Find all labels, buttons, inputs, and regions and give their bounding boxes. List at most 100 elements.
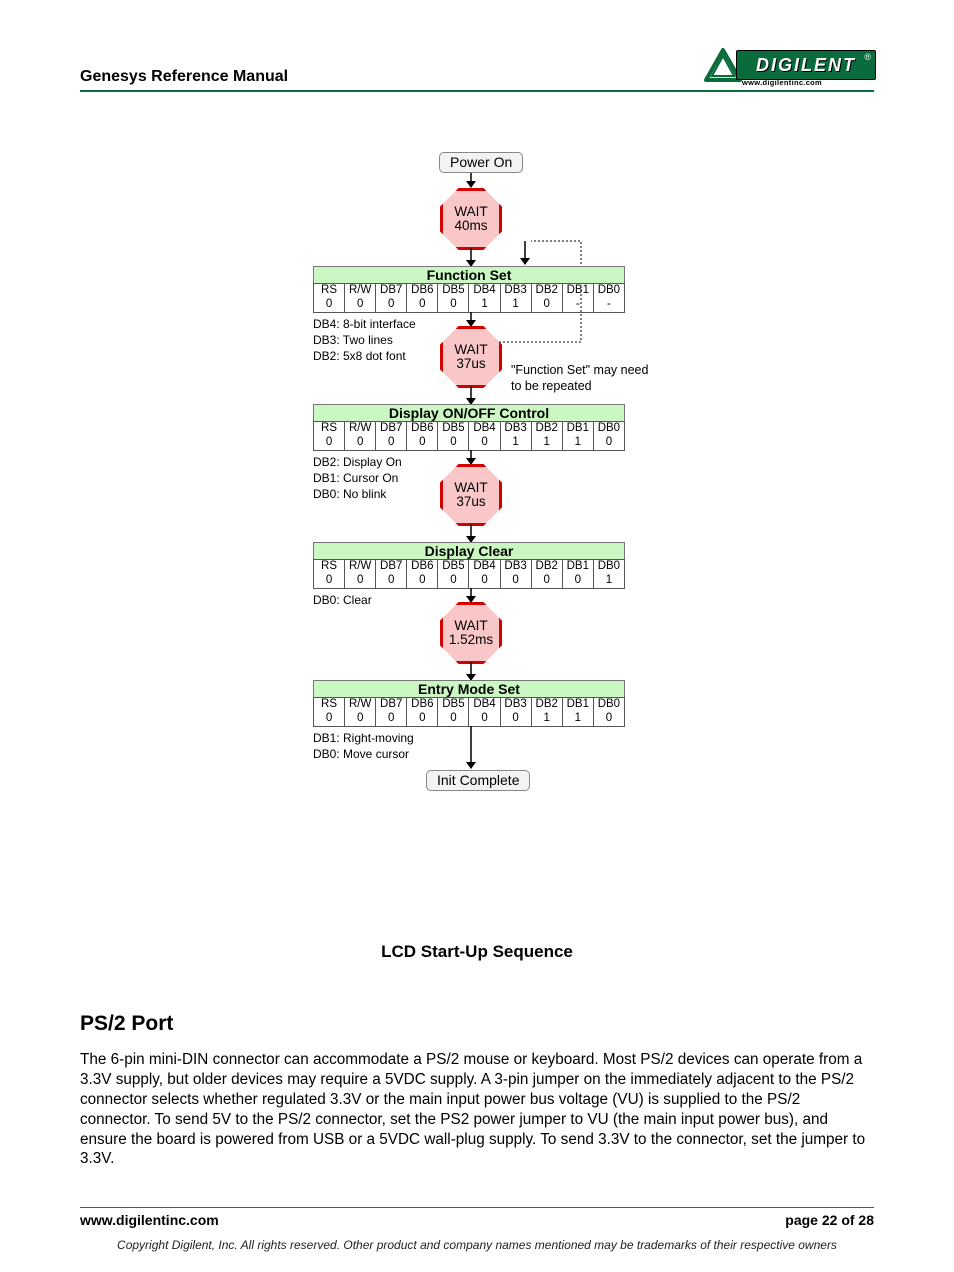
bit-value-cell: 1 bbox=[563, 712, 594, 726]
bit-value-cell: 0 bbox=[376, 298, 407, 312]
bit-value-cell: 0 bbox=[314, 712, 345, 726]
bit-header-cell: RS bbox=[314, 422, 345, 436]
bit-value-cell: 1 bbox=[501, 436, 532, 450]
bit-value-cell: 0 bbox=[345, 298, 376, 312]
registered-icon: ® bbox=[864, 52, 871, 62]
header-rule bbox=[80, 90, 874, 92]
stage-display-clear: Display Clear RSR/WDB7DB6DB5DB4DB3DB2DB1… bbox=[313, 542, 625, 589]
bit-header-cell: RS bbox=[314, 284, 345, 298]
logo-url: www.digilentinc.com bbox=[742, 78, 822, 87]
footer-page: page 22 of 28 bbox=[785, 1212, 874, 1228]
bit-header-cell: DB5 bbox=[438, 698, 469, 712]
bit-header-cell: DB7 bbox=[376, 698, 407, 712]
bit-value-cell: 1 bbox=[501, 298, 532, 312]
bit-header-cell: DB2 bbox=[532, 284, 563, 298]
wait-node: WAIT1.52ms bbox=[440, 602, 500, 662]
bit-header-cell: DB3 bbox=[501, 422, 532, 436]
bit-value-cell: 0 bbox=[438, 436, 469, 450]
doc-title: Genesys Reference Manual bbox=[80, 68, 288, 86]
bit-header-cell: DB4 bbox=[469, 422, 500, 436]
bit-header-cell: DB1 bbox=[563, 422, 594, 436]
body-paragraph: The 6-pin mini-DIN connector can accommo… bbox=[80, 1050, 874, 1169]
note-line: DB2: Display On bbox=[313, 454, 402, 470]
bit-value-cell: 0 bbox=[407, 574, 438, 588]
bit-value-cell: 0 bbox=[345, 574, 376, 588]
bit-header-cell: DB5 bbox=[438, 284, 469, 298]
copyright: Copyright Digilent, Inc. All rights rese… bbox=[80, 1238, 874, 1252]
bit-value-cell: 0 bbox=[376, 436, 407, 450]
note-line: DB4: 8-bit interface bbox=[313, 316, 416, 332]
figure-caption: LCD Start-Up Sequence bbox=[80, 942, 874, 962]
bit-header-cell: DB2 bbox=[532, 560, 563, 574]
flowchart: Power On WAIT40ms Function Set RSR/WDB7D… bbox=[307, 152, 647, 932]
bit-value-cell: 0 bbox=[469, 436, 500, 450]
bit-value-cell: 0 bbox=[438, 298, 469, 312]
bit-value-cell: 0 bbox=[532, 298, 563, 312]
bit-header-cell: DB7 bbox=[376, 560, 407, 574]
bit-value-cell: 0 bbox=[469, 574, 500, 588]
bit-value-cell: 1 bbox=[532, 712, 563, 726]
side-note: "Function Set" may need to be repeated bbox=[511, 362, 651, 395]
bit-value-cell: 0 bbox=[563, 574, 594, 588]
bit-header-row: RSR/WDB7DB6DB5DB4DB3DB2DB1DB0 bbox=[313, 283, 625, 298]
note-line: DB1: Right-moving bbox=[313, 730, 414, 746]
wait-node: WAIT40ms bbox=[440, 188, 500, 248]
bit-value-cell: 0 bbox=[438, 712, 469, 726]
arrow-down-icon bbox=[465, 726, 477, 770]
section-heading: PS/2 Port bbox=[80, 1012, 874, 1036]
arrow-down-icon bbox=[465, 173, 477, 189]
bit-value-cell: 1 bbox=[532, 436, 563, 450]
bit-header-cell: DB5 bbox=[438, 422, 469, 436]
bit-header-cell: R/W bbox=[345, 284, 376, 298]
digilent-logo: DIGILENT ® www.digilentinc.com bbox=[704, 50, 874, 86]
bit-value-cell: 0 bbox=[314, 436, 345, 450]
bit-value-cell: 0 bbox=[501, 712, 532, 726]
bit-value-cell: 0 bbox=[532, 574, 563, 588]
bit-value-cell: 0 bbox=[594, 712, 625, 726]
bit-header-cell: DB0 bbox=[594, 698, 625, 712]
bit-value-cell: 0 bbox=[376, 574, 407, 588]
bit-header-cell: DB5 bbox=[438, 560, 469, 574]
note-line: DB1: Cursor On bbox=[313, 470, 402, 486]
note-line: DB0: No blink bbox=[313, 486, 402, 502]
bit-header-cell: DB1 bbox=[563, 560, 594, 574]
node-init-complete: Init Complete bbox=[426, 770, 530, 791]
stage-notes: DB1: Right-movingDB0: Move cursor bbox=[313, 730, 414, 762]
note-line: DB0: Clear bbox=[313, 592, 372, 608]
bit-header-cell: R/W bbox=[345, 698, 376, 712]
stage-entry-mode: Entry Mode Set RSR/WDB7DB6DB5DB4DB3DB2DB… bbox=[313, 680, 625, 727]
bit-value-cell: 0 bbox=[501, 574, 532, 588]
bit-header-cell: DB3 bbox=[501, 560, 532, 574]
footer-url: www.digilentinc.com bbox=[80, 1212, 219, 1228]
bit-header-cell: DB0 bbox=[594, 560, 625, 574]
bit-value-cell: 0 bbox=[594, 436, 625, 450]
bit-header-cell: DB0 bbox=[594, 284, 625, 298]
page-header: Genesys Reference Manual DIGILENT ® www.… bbox=[80, 50, 874, 86]
document-page: Genesys Reference Manual DIGILENT ® www.… bbox=[0, 0, 954, 1272]
arrow-down-icon bbox=[465, 524, 477, 544]
bit-header-cell: DB1 bbox=[563, 698, 594, 712]
stage-display-onoff: Display ON/OFF Control RSR/WDB7DB6DB5DB4… bbox=[313, 404, 625, 451]
bit-value-cell: - bbox=[594, 298, 625, 312]
note-line: DB2: 5x8 dot font bbox=[313, 348, 416, 364]
stage-notes: DB4: 8-bit interfaceDB3: Two linesDB2: 5… bbox=[313, 316, 416, 365]
wait-node: WAIT37us bbox=[440, 464, 500, 524]
bit-header-cell: RS bbox=[314, 698, 345, 712]
stage-function-set: Function Set RSR/WDB7DB6DB5DB4DB3DB2DB1D… bbox=[313, 266, 625, 313]
bit-header-cell: DB2 bbox=[532, 422, 563, 436]
node-power-on: Power On bbox=[439, 152, 523, 173]
bit-value-cell: 0 bbox=[407, 436, 438, 450]
bit-header-cell: DB1 bbox=[563, 284, 594, 298]
bit-value-cell: 1 bbox=[469, 298, 500, 312]
bit-value-cell: 0 bbox=[407, 712, 438, 726]
bit-header-cell: DB6 bbox=[407, 422, 438, 436]
bit-header-cell: DB3 bbox=[501, 698, 532, 712]
bit-value-cell: 0 bbox=[407, 298, 438, 312]
bit-header-cell: DB0 bbox=[594, 422, 625, 436]
wait-node: WAIT37us bbox=[440, 326, 500, 386]
bit-header-cell: R/W bbox=[345, 560, 376, 574]
bit-header-cell: DB6 bbox=[407, 560, 438, 574]
bit-value-cell: - bbox=[563, 298, 594, 312]
bit-header-cell: DB6 bbox=[407, 284, 438, 298]
bit-header-cell: DB3 bbox=[501, 284, 532, 298]
